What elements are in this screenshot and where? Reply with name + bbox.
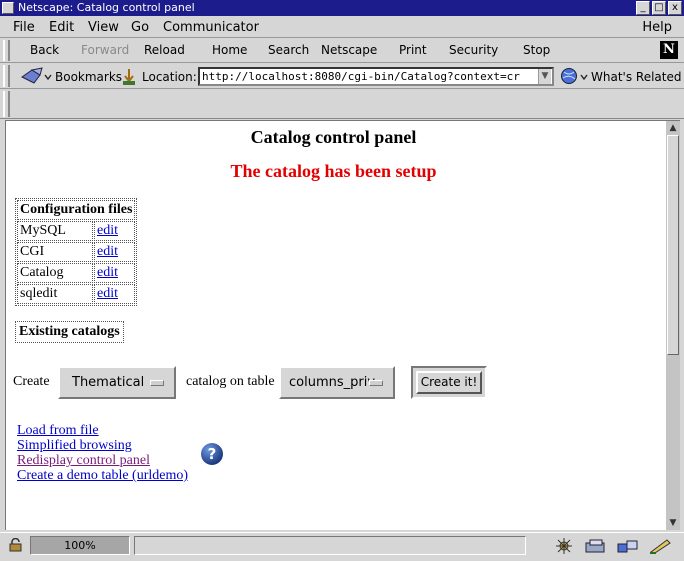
progress-indicator: 100% — [30, 536, 130, 555]
newsgroups-icon[interactable] — [616, 538, 640, 557]
print-button[interactable]: Print — [399, 43, 427, 57]
close-button[interactable]: x — [668, 1, 682, 15]
search-button[interactable]: Search — [268, 43, 309, 57]
toolbar-grip[interactable] — [3, 40, 10, 61]
home-button[interactable]: Home — [212, 43, 247, 57]
personal-toolbar — [0, 89, 684, 119]
window-title-bar[interactable]: Netscape: Catalog control panel _ □ x — [0, 0, 684, 16]
menu-view[interactable]: View — [88, 20, 119, 35]
forward-button[interactable]: Forward — [81, 43, 129, 57]
catalog-type-select[interactable]: Thematical — [58, 366, 176, 399]
whats-related-icon[interactable] — [560, 67, 590, 88]
reload-button[interactable]: Reload — [144, 43, 185, 57]
url-input[interactable]: http://localhost:8080/cgi-bin/Catalog?co… — [198, 67, 554, 86]
status-bar: 100% — [0, 532, 684, 561]
location-page-icon[interactable] — [121, 68, 137, 89]
option-menu-indicator-icon — [369, 380, 383, 386]
page-content: Catalog control panel The catalog has be… — [5, 120, 666, 530]
menu-edit[interactable]: Edit — [49, 20, 74, 35]
existing-catalogs-header: Existing catalogs — [15, 321, 124, 343]
menu-file[interactable]: File — [13, 20, 35, 35]
edit-catalog-link[interactable]: edit — [97, 265, 118, 280]
minimize-button[interactable]: _ — [636, 1, 650, 15]
menu-go[interactable]: Go — [131, 20, 149, 35]
load-from-file-link[interactable]: Load from file — [17, 423, 99, 438]
page-title: Catalog control panel — [250, 127, 417, 147]
status-message: The catalog has been setup — [230, 161, 437, 181]
security-lock-icon[interactable] — [8, 537, 24, 555]
bookmark-ribbon-icon[interactable] — [20, 67, 52, 88]
security-button[interactable]: Security — [449, 43, 498, 57]
menu-communicator[interactable]: Communicator — [163, 20, 259, 35]
scrollbar-thumb[interactable] — [667, 135, 679, 355]
netscape-button[interactable]: Netscape — [321, 43, 377, 57]
help-question-icon[interactable]: ? — [200, 442, 224, 471]
create-demo-table-link[interactable]: Create a demo table (urldemo) — [17, 468, 188, 483]
action-links: Load from file Simplified browsing Redis… — [17, 423, 188, 483]
create-it-button[interactable]: Create it! — [416, 371, 482, 394]
table-row: MySQL edit — [17, 221, 136, 241]
composer-icon[interactable] — [648, 538, 672, 557]
table-value: columns_priv — [289, 375, 376, 390]
config-name: Catalog — [17, 263, 93, 283]
vertical-scrollbar[interactable]: ▲ ▼ — [666, 120, 680, 530]
simplified-browsing-link[interactable]: Simplified browsing — [17, 438, 132, 453]
create-label: Create — [13, 374, 50, 389]
table-header-row: Configuration files — [17, 200, 136, 220]
create-button-frame: Create it! — [411, 366, 487, 399]
location-toolbar: Bookmarks Location: http://localhost:808… — [0, 63, 684, 89]
edit-mysql-link[interactable]: edit — [97, 223, 118, 238]
redisplay-control-panel-link[interactable]: Redisplay control panel — [17, 453, 150, 468]
edit-cgi-link[interactable]: edit — [97, 244, 118, 259]
config-name: MySQL — [17, 221, 93, 241]
location-label: Location: — [142, 70, 197, 84]
table-row: Catalog edit — [17, 263, 136, 283]
config-files-table: Configuration files MySQL edit CGI edit … — [15, 198, 138, 306]
config-files-header: Configuration files — [17, 200, 136, 220]
mail-icon[interactable] — [584, 538, 608, 557]
edit-sqledit-link[interactable]: edit — [97, 286, 118, 301]
navigator-icon[interactable] — [554, 538, 574, 557]
back-button[interactable]: Back — [30, 43, 59, 57]
scroll-up-arrow-icon[interactable]: ▲ — [667, 122, 679, 134]
url-history-dropdown[interactable]: ▼ — [538, 69, 551, 84]
table-row: sqledit edit — [17, 284, 136, 304]
maximize-button[interactable]: □ — [652, 1, 666, 15]
status-text-field — [134, 536, 526, 555]
table-select[interactable]: columns_priv — [279, 366, 395, 399]
whats-related-button[interactable]: What's Related — [591, 70, 681, 84]
menu-bar: File Edit View Go Communicator Help — [0, 16, 684, 38]
bookmarks-button[interactable]: Bookmarks — [55, 70, 122, 84]
stop-button[interactable]: Stop — [523, 43, 550, 57]
window-title: Netscape: Catalog control panel — [18, 1, 195, 14]
create-catalog-form: Create Thematical catalog on table colum… — [12, 366, 652, 400]
netscape-logo-icon[interactable]: N — [660, 41, 678, 59]
navigation-toolbar: Back Forward Reload Home Search Netscape… — [0, 38, 684, 63]
config-name: sqledit — [17, 284, 93, 304]
catalog-on-table-label: catalog on table — [186, 374, 275, 389]
svg-text:?: ? — [208, 445, 217, 463]
toolbar-grip[interactable] — [3, 91, 10, 117]
scroll-down-arrow-icon[interactable]: ▼ — [667, 517, 679, 529]
option-menu-indicator-icon — [150, 380, 164, 386]
toolbar-grip[interactable] — [3, 65, 10, 87]
window-menu-button[interactable] — [2, 2, 14, 14]
table-row: CGI edit — [17, 242, 136, 262]
catalog-type-value: Thematical — [72, 375, 145, 390]
config-name: CGI — [17, 242, 93, 262]
menu-help[interactable]: Help — [642, 20, 672, 35]
